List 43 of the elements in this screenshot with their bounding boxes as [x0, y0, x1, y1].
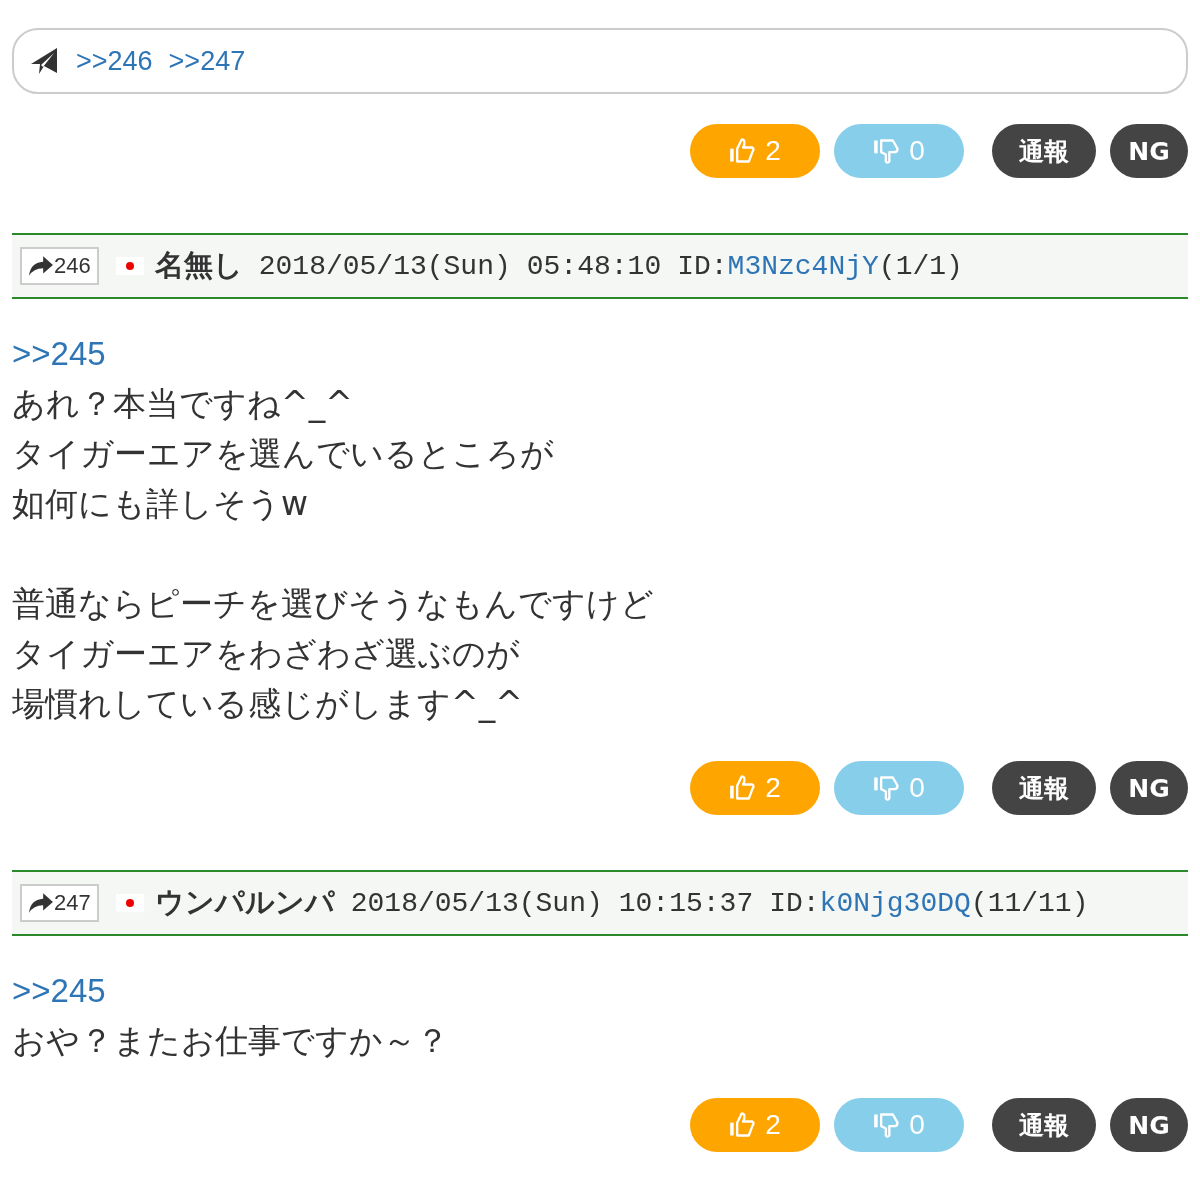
post-date: 2018/05/13(Sun) — [350, 887, 603, 919]
post-time: 05:48:10 — [526, 250, 662, 282]
report-button[interactable]: 通報 — [992, 124, 1096, 178]
flag-icon — [114, 893, 145, 913]
post-text: 場慣れしている感じがします^_^ — [12, 683, 524, 725]
thumbs-down-icon — [873, 137, 902, 165]
post-text: おや？またお仕事ですか～？ — [12, 1020, 450, 1062]
post-text: タイガーエアをわざわざ選ぶのが — [12, 633, 521, 675]
ng-button[interactable]: NG — [1110, 1098, 1188, 1152]
thumbs-up-icon — [729, 1111, 758, 1139]
reply-link[interactable]: >>245 — [12, 329, 1188, 379]
share-arrow-icon — [28, 255, 54, 277]
id-label: ID: — [769, 887, 820, 919]
report-button[interactable]: 通報 — [992, 761, 1096, 815]
thumbs-down-icon — [873, 774, 902, 802]
post-text: 如何にも詳しそうw — [12, 483, 309, 525]
reply-link[interactable]: >>245 — [12, 966, 1188, 1016]
flag-icon — [114, 256, 145, 276]
post-count: (1/1) — [878, 250, 963, 282]
user-id-link[interactable]: k0Njg30DQ — [819, 887, 971, 919]
post-text: タイガーエアを選んでいるところが — [12, 433, 555, 475]
report-button[interactable]: 通報 — [992, 1098, 1096, 1152]
thumbs-down-icon — [873, 1111, 902, 1139]
post-text: 普通ならピーチを選びそうなもんですけど — [12, 583, 655, 625]
paper-plane-icon — [30, 47, 58, 75]
id-label: ID: — [677, 250, 728, 282]
user-id-link[interactable]: M3Nzc4NjY — [727, 250, 879, 282]
share-button[interactable]: 246 — [20, 247, 99, 285]
post-count: (11/11) — [970, 887, 1089, 919]
share-button[interactable]: 247 — [20, 884, 99, 922]
reply-field[interactable]: >>246 >>247 — [12, 28, 1188, 94]
reply-link[interactable]: >>247 — [168, 45, 246, 77]
reply-link[interactable]: >>246 — [76, 45, 153, 77]
thumbs-up-icon — [729, 137, 758, 165]
thumbs-up-icon — [729, 774, 758, 802]
ng-button[interactable]: NG — [1110, 124, 1188, 178]
share-arrow-icon — [28, 892, 54, 914]
poster-name: ウンパルンパ — [154, 884, 335, 921]
post-date: 2018/05/13(Sun) — [258, 250, 511, 282]
poster-name: 名無し — [154, 247, 243, 284]
ng-button[interactable]: NG — [1110, 761, 1188, 815]
post-text: あれ？本当ですね^_^ — [12, 383, 354, 425]
post-time: 10:15:37 — [618, 887, 754, 919]
